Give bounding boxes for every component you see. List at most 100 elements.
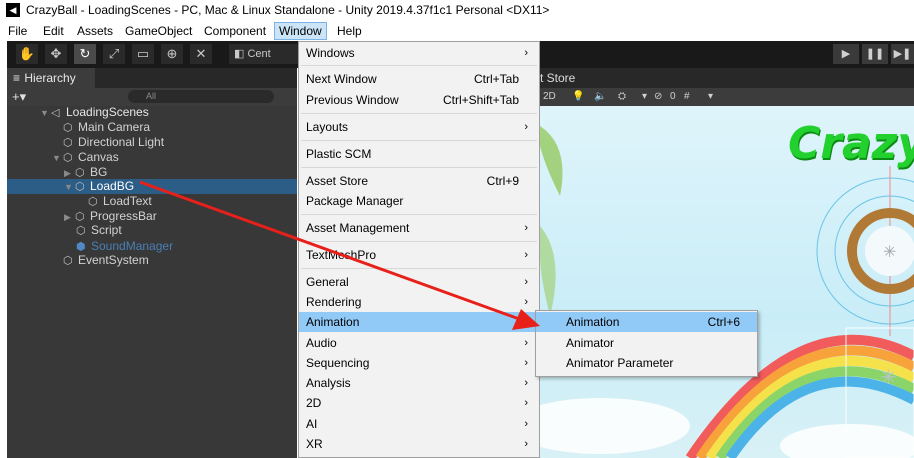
menu-item-label: Sequencing xyxy=(306,356,370,370)
menu-item-label: Layouts xyxy=(306,120,349,134)
submenu-item-animator[interactable]: Animator xyxy=(536,333,757,353)
menu-assets[interactable]: Assets xyxy=(77,24,113,38)
menu-item-plastic-scm[interactable]: Plastic SCM xyxy=(299,144,539,164)
tree-item-main-camera[interactable]: ⬡ Main Camera xyxy=(63,120,150,135)
menu-item-sequencing[interactable]: Sequencing › xyxy=(299,353,539,373)
menu-item-asset-management[interactable]: Asset Management › xyxy=(299,218,539,238)
menu-gameobject[interactable]: GameObject xyxy=(125,24,192,38)
effects-icon[interactable]: ⛭ xyxy=(618,88,626,106)
menu-separator xyxy=(301,241,537,242)
tree-item-bg[interactable]: ▶ ⬡ BG xyxy=(64,165,107,180)
menu-separator xyxy=(301,65,537,66)
chevron-right-icon: › xyxy=(524,296,528,308)
tab-asset-store[interactable]: t Store xyxy=(540,71,575,85)
grid-icon[interactable]: # xyxy=(684,88,690,106)
menu-item-rendering[interactable]: Rendering › xyxy=(299,292,539,312)
pivot-label: Cent xyxy=(247,48,271,60)
pause-icon[interactable]: ❚❚ xyxy=(862,44,888,64)
menu-item-label: Windows xyxy=(306,46,355,60)
menu-item-layouts[interactable]: Layouts › xyxy=(299,117,539,137)
selected-row-highlight xyxy=(7,179,297,194)
menu-item-asset-store[interactable]: Asset Store Ctrl+9 xyxy=(299,171,539,191)
menu-item-animation[interactable]: Animation › xyxy=(299,312,539,332)
chevron-right-icon: › xyxy=(524,377,528,389)
menu-item-xr[interactable]: XR › xyxy=(299,434,539,454)
submenu-item-label: Animator Parameter xyxy=(566,356,674,370)
menu-item-ai[interactable]: AI › xyxy=(299,414,539,434)
menu-item-label: Next Window xyxy=(306,72,377,86)
animation-submenu: Animation Ctrl+6 Animator Animator Param… xyxy=(535,310,758,377)
gameobject-icon: ⬡ xyxy=(63,122,73,134)
menu-help[interactable]: Help xyxy=(337,24,362,38)
submenu-item-animation[interactable]: Animation Ctrl+6 xyxy=(536,312,757,332)
menu-item-label: 2D xyxy=(306,396,322,410)
rect-tool-icon[interactable]: ▭ xyxy=(132,44,154,64)
menu-item-analysis[interactable]: Analysis › xyxy=(299,373,539,393)
menu-component[interactable]: Component xyxy=(204,24,266,38)
tree-item-directional-light[interactable]: ⬡ Directional Light xyxy=(63,135,164,150)
rotate-tool-icon[interactable]: ↻ xyxy=(74,44,96,64)
tree-item-label: ProgressBar xyxy=(90,209,157,223)
tree-item-eventsystem[interactable]: ⬡ EventSystem xyxy=(63,253,149,268)
menu-separator xyxy=(301,268,537,269)
lighting-icon[interactable]: 💡 xyxy=(572,88,584,106)
menu-item-label: Animation xyxy=(306,315,360,329)
tree-item-soundmanager[interactable]: ⬢ SoundManager xyxy=(76,239,173,254)
menu-separator xyxy=(301,113,537,114)
transform-tool-icon[interactable]: ⊕ xyxy=(161,44,183,64)
tree-item-label: LoadText xyxy=(103,194,152,208)
scale-tool-icon[interactable]: ⤢ xyxy=(103,44,125,64)
tree-item-script[interactable]: ⬡ Script xyxy=(76,223,122,238)
scene-toolbar: 2D 💡 🔈 ⛭ ▾ ⊘ 0 # ▾ xyxy=(540,88,914,106)
step-icon[interactable]: ▶❚ xyxy=(891,44,914,64)
menu-item-2d[interactable]: 2D › xyxy=(299,393,539,413)
menu-separator xyxy=(301,167,537,168)
hand-tool-icon[interactable]: ✋ xyxy=(16,44,38,64)
hierarchy-search-input[interactable]: All xyxy=(128,90,274,103)
tree-item-label: SoundManager xyxy=(91,239,174,253)
tree-item-canvas[interactable]: ▼ ⬡ Canvas xyxy=(52,150,119,165)
mode-2d-toggle[interactable]: 2D xyxy=(543,88,556,106)
play-icon[interactable]: ▶ xyxy=(833,44,859,64)
menu-window[interactable]: Window xyxy=(274,22,327,40)
menu-file[interactable]: File xyxy=(8,24,27,38)
menu-item-previous-window[interactable]: Previous Window Ctrl+Shift+Tab xyxy=(299,90,539,110)
chevron-right-icon: › xyxy=(524,418,528,430)
dropdown-arrow-icon[interactable]: ▾ xyxy=(708,88,713,106)
menu-item-general[interactable]: General › xyxy=(299,272,539,292)
tree-scene-root[interactable]: ▼ ◁ LoadingScenes xyxy=(40,105,149,120)
expand-arrow-icon: ▼ xyxy=(52,153,61,163)
menu-item-textmeshpro[interactable]: TextMeshPro › xyxy=(299,245,539,265)
chevron-right-icon: › xyxy=(524,222,528,234)
window-title: CrazyBall - LoadingScenes - PC, Mac & Li… xyxy=(26,3,550,17)
dropdown-arrow-icon[interactable]: ▾ xyxy=(642,88,647,106)
pivot-toggle[interactable]: ◧ Cent xyxy=(229,44,299,64)
tree-item-label: BG xyxy=(90,165,108,179)
menu-item-windows[interactable]: Windows › xyxy=(299,43,539,63)
menu-item-package-manager[interactable]: Package Manager xyxy=(299,191,539,211)
add-object-button[interactable]: +▾ xyxy=(12,88,26,106)
submenu-item-label: Animator xyxy=(566,336,615,350)
menu-bar: File Edit Assets GameObject Component Wi… xyxy=(0,21,914,41)
move-tool-icon[interactable]: ✥ xyxy=(45,44,67,64)
tab-hierarchy-label: Hierarchy xyxy=(24,71,76,85)
scene-name: LoadingScenes xyxy=(66,105,149,119)
menu-item-next-window[interactable]: Next Window Ctrl+Tab xyxy=(299,69,539,89)
menu-edit[interactable]: Edit xyxy=(43,24,64,38)
menu-item-shortcut: Ctrl+9 xyxy=(486,174,519,188)
tree-item-label: EventSystem xyxy=(78,253,149,267)
chevron-right-icon: › xyxy=(524,337,528,349)
custom-tool-icon[interactable]: ✕ xyxy=(190,44,212,64)
tree-item-progressbar[interactable]: ▶ ⬡ ProgressBar xyxy=(64,209,157,224)
submenu-item-animator-parameter[interactable]: Animator Parameter xyxy=(536,353,757,373)
tree-item-loadbg[interactable]: ▼ ⬡ LoadBG xyxy=(64,179,134,194)
audio-icon[interactable]: 🔈 xyxy=(594,88,606,106)
hidden-objects-icon[interactable]: ⊘ xyxy=(654,88,662,106)
expand-arrow-icon: ▼ xyxy=(64,182,73,192)
tree-item-loadtext[interactable]: ⬡ LoadText xyxy=(88,194,152,209)
menu-item-label: Previous Window xyxy=(306,93,399,107)
menu-item-audio[interactable]: Audio › xyxy=(299,333,539,353)
menu-item-label: Package Manager xyxy=(306,194,404,208)
chevron-right-icon: › xyxy=(524,249,528,261)
tab-hierarchy[interactable]: ≡ Hierarchy xyxy=(7,68,95,88)
